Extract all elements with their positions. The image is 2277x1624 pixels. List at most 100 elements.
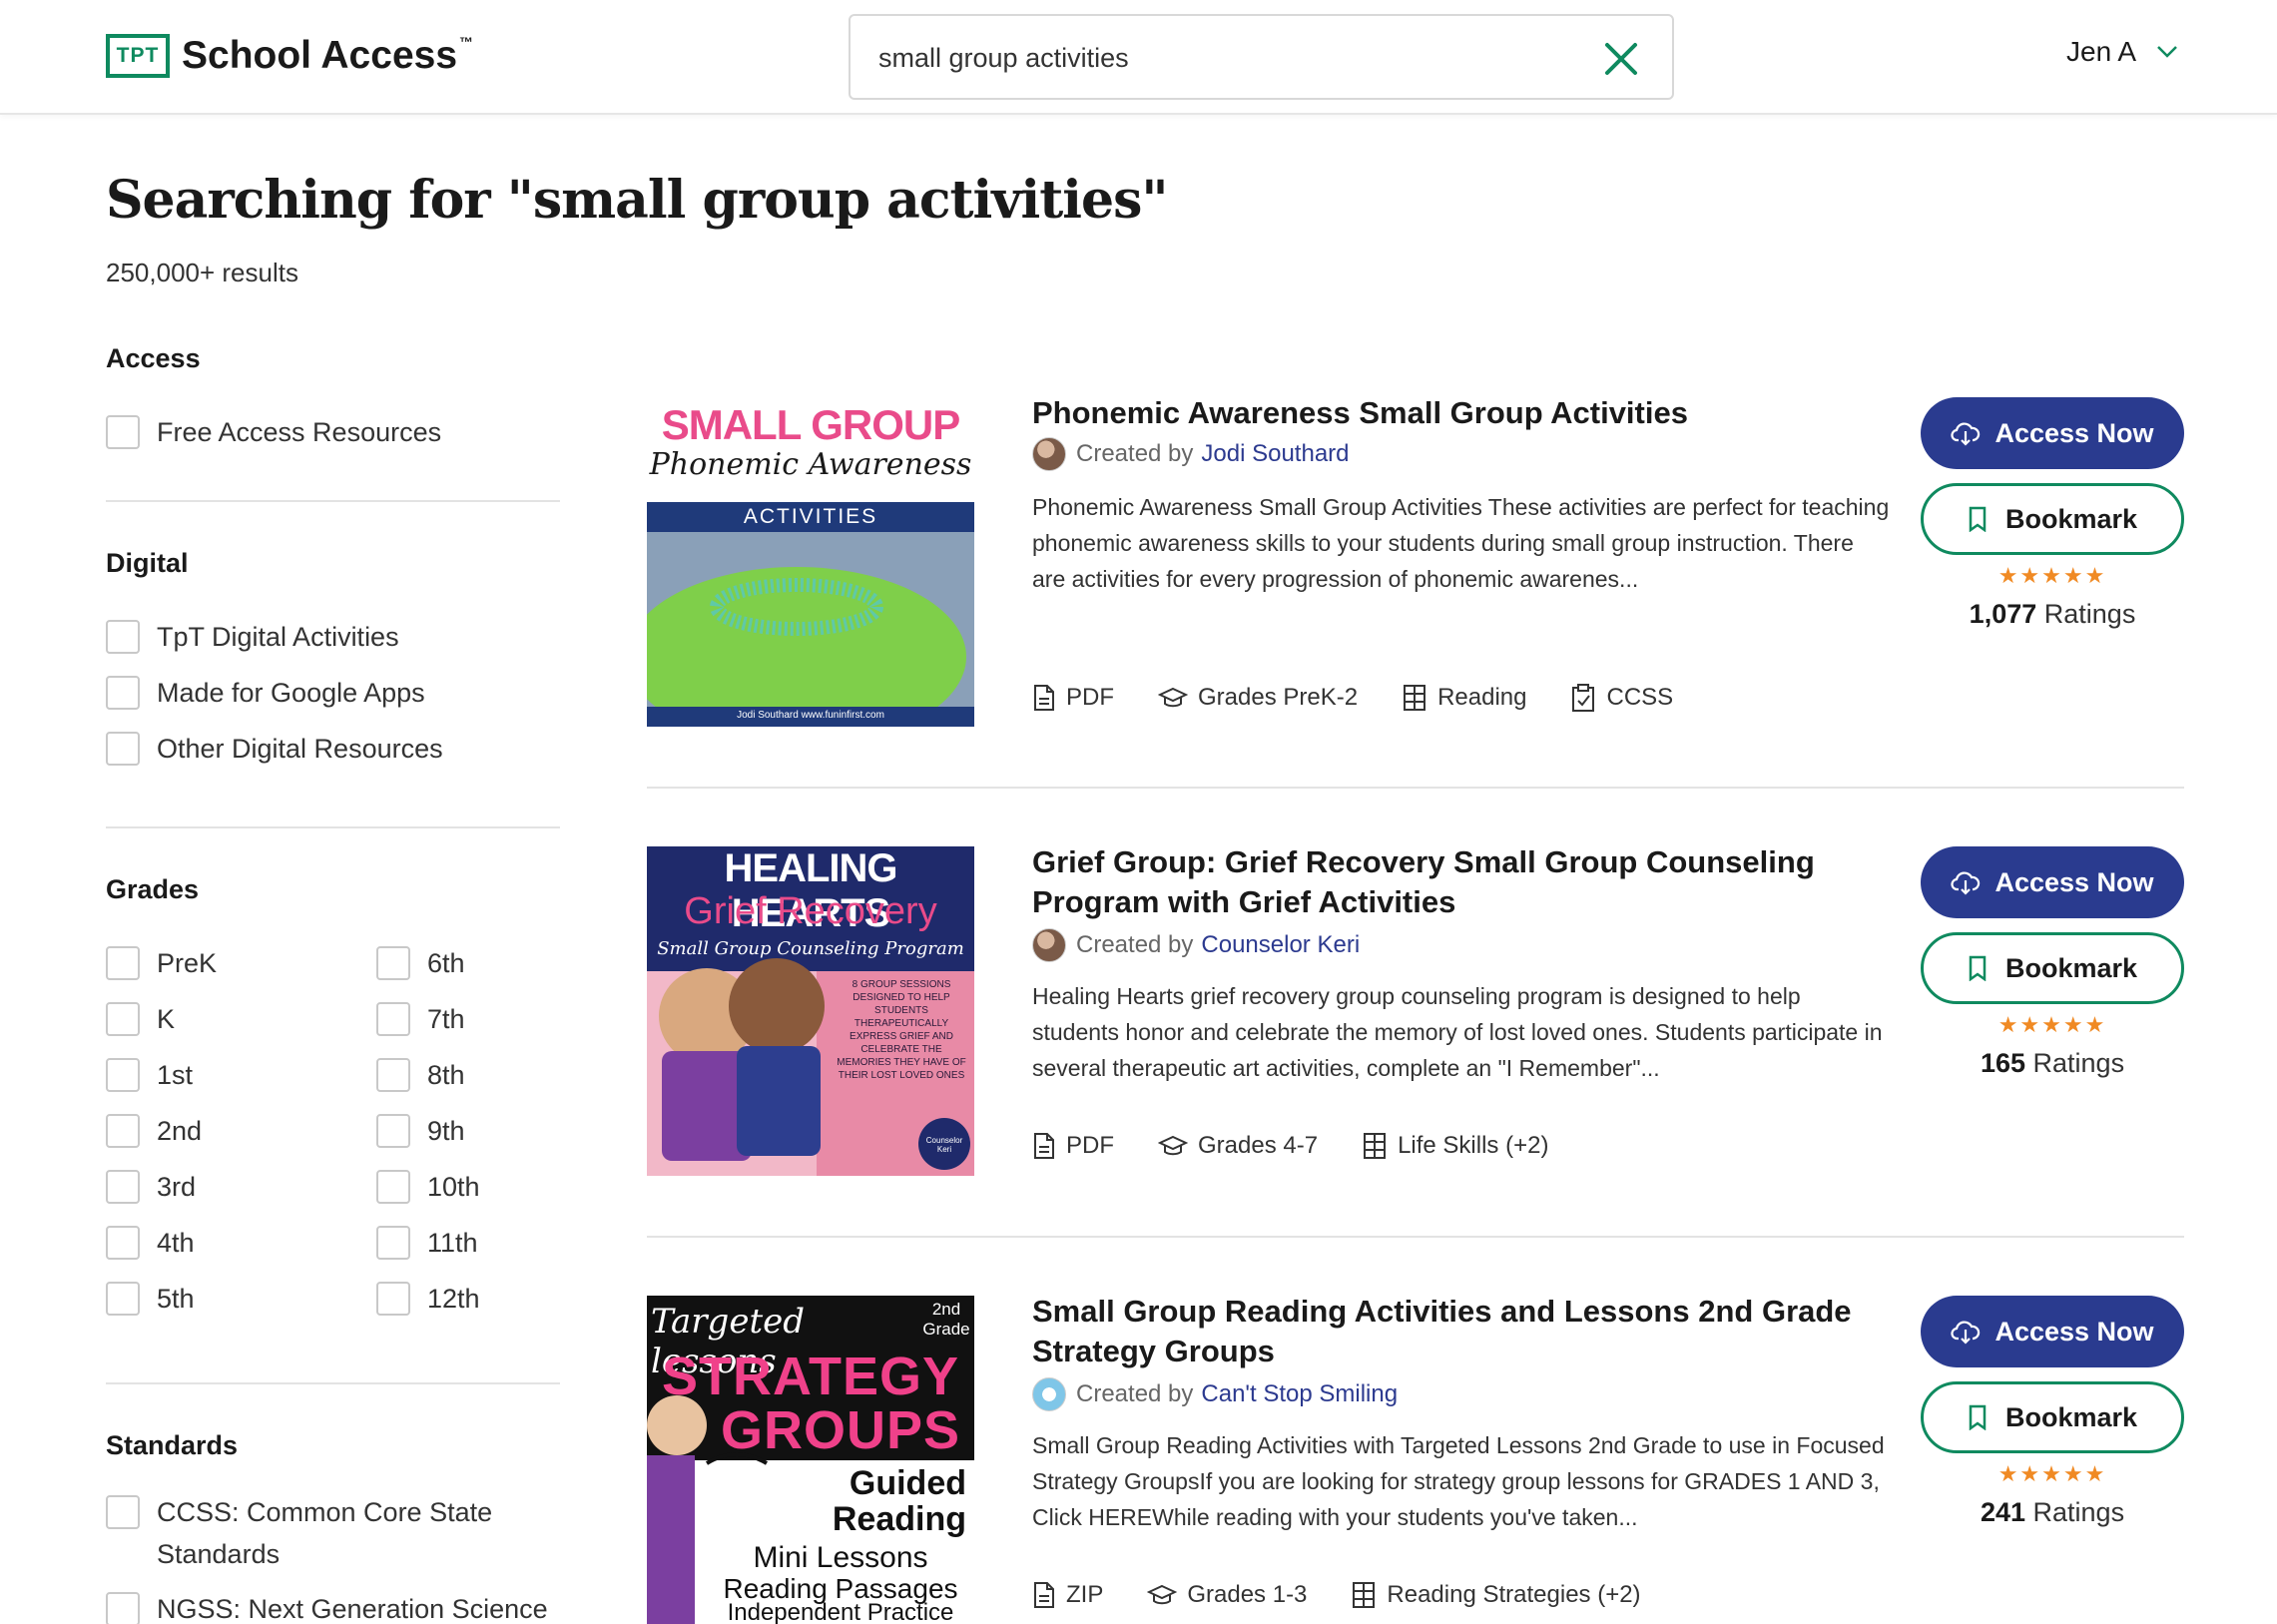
result-description: Phonemic Awareness Small Group Activitie… xyxy=(1032,494,1890,592)
document-icon xyxy=(1034,1133,1054,1159)
document-icon xyxy=(1034,685,1054,711)
close-icon[interactable] xyxy=(1602,40,1640,78)
bookmark-button[interactable]: Bookmark xyxy=(1921,932,2184,1004)
bookmark-button[interactable]: Bookmark xyxy=(1921,483,2184,555)
result-description: Small Group Reading Activities with Targ… xyxy=(1032,1432,1885,1530)
result-meta: PDF Grades 4-7 Life Skills (+2) xyxy=(1032,1132,1592,1160)
checkbox[interactable] xyxy=(376,1114,410,1148)
logo-text: School Access ™ xyxy=(182,34,474,77)
filter-title-grades: Grades xyxy=(106,874,200,904)
logo-mark: TPT xyxy=(106,34,170,78)
thumbnail-side-text: 8 GROUP SESSIONS DESIGNED TO HELP STUDEN… xyxy=(837,979,966,1081)
checkbox[interactable] xyxy=(106,676,140,710)
filter-grade-4th[interactable]: 4th xyxy=(106,1215,376,1271)
user-name: Jen A xyxy=(2066,36,2137,67)
filter-grade-12th[interactable]: 12th xyxy=(376,1271,560,1327)
thumbnail-footer: Jodi Southard www.funinfirst.com xyxy=(737,710,884,721)
thumbnail-line-7: Independent Practice xyxy=(727,1599,954,1624)
checkbox[interactable] xyxy=(106,1226,140,1260)
filter-other-digital[interactable]: Other Digital Resources xyxy=(106,721,560,777)
book-icon xyxy=(1353,1582,1376,1608)
meta-standard: CCSS xyxy=(1570,683,1673,713)
filter-title-standards: Standards xyxy=(106,1430,239,1460)
author-link[interactable]: Counselor Keri xyxy=(1201,931,1360,959)
filter-grade-10th[interactable]: 10th xyxy=(376,1159,560,1215)
checkbox[interactable] xyxy=(106,620,140,654)
rating-count: 241 Ratings xyxy=(1980,1497,2125,1527)
search-box xyxy=(849,14,1674,100)
checkbox[interactable] xyxy=(376,1058,410,1092)
filter-grade-k[interactable]: K xyxy=(106,991,376,1047)
thumbnail-subtitle: Grief Recovery xyxy=(684,890,937,932)
checkbox[interactable] xyxy=(376,1002,410,1036)
thumbnail-line-4: Guided Reading xyxy=(832,1464,966,1538)
checkbox[interactable] xyxy=(106,1282,140,1316)
checkbox[interactable] xyxy=(376,1282,410,1316)
thumbnail[interactable]: HEALING HEARTS Grief Recovery Small Grou… xyxy=(647,846,974,1176)
logo[interactable]: TPT School Access ™ xyxy=(106,34,473,78)
meta-format: PDF xyxy=(1032,1132,1114,1160)
thumbnail-line-5: Mini Lessons xyxy=(753,1541,928,1574)
filter-grade-9th[interactable]: 9th xyxy=(376,1103,560,1159)
filter-title-access: Access xyxy=(106,343,201,373)
filter-free-access[interactable]: Free Access Resources xyxy=(106,404,560,460)
access-now-button[interactable]: Access Now xyxy=(1921,397,2184,469)
filter-title-digital: Digital xyxy=(106,548,189,578)
meta-grades: Grades PreK-2 xyxy=(1158,684,1358,712)
result-description: Healing Hearts grief recovery group coun… xyxy=(1032,983,1883,1081)
thumbnail[interactable]: SMALL GROUP Phonemic Awareness ACTIVITIE… xyxy=(647,397,974,727)
filter-grade-8th[interactable]: 8th xyxy=(376,1047,560,1103)
checkbox[interactable] xyxy=(106,1058,140,1092)
checkbox[interactable] xyxy=(106,1002,140,1036)
search-input[interactable] xyxy=(878,36,1597,80)
checkbox[interactable] xyxy=(106,732,140,766)
filter-grade-prek[interactable]: PreK xyxy=(106,935,376,991)
result-title[interactable]: Grief Group: Grief Recovery Small Group … xyxy=(1032,842,1871,922)
divider xyxy=(106,500,560,502)
checkbox[interactable] xyxy=(106,415,140,449)
clipboard-check-icon xyxy=(1572,684,1595,712)
thumbnail-label: Small Group Counseling Program xyxy=(657,938,964,959)
divider xyxy=(106,826,560,828)
filter-ngss[interactable]: NGSS: Next Generation Science xyxy=(106,1581,560,1624)
checkbox[interactable] xyxy=(106,1170,140,1204)
rating-count: 165 Ratings xyxy=(1980,1048,2125,1078)
filter-grade-7th[interactable]: 7th xyxy=(376,991,560,1047)
checkbox[interactable] xyxy=(106,946,140,980)
result-card: HEALING HEARTS Grief Recovery Small Grou… xyxy=(647,844,2184,1186)
top-bar: TPT School Access™ Jen A xyxy=(0,0,2277,115)
thumbnail[interactable]: Targeted lessons 2nd Grade STRATEGY GROU… xyxy=(647,1296,974,1624)
filter-sidebar: Access Free Access Resources Digital TpT… xyxy=(106,329,560,1624)
cloud-download-icon xyxy=(1951,422,1981,446)
filter-google-apps[interactable]: Made for Google Apps xyxy=(106,665,560,721)
checkbox[interactable] xyxy=(376,946,410,980)
bookmark-icon xyxy=(1969,506,1987,532)
page-title: Searching for "small group activities" xyxy=(106,170,1168,231)
divider xyxy=(647,787,2184,789)
filter-tpt-digital[interactable]: TpT Digital Activities xyxy=(106,609,560,665)
filter-grade-3rd[interactable]: 3rd xyxy=(106,1159,376,1215)
checkbox[interactable] xyxy=(106,1495,140,1529)
result-title[interactable]: Small Group Reading Activities and Lesso… xyxy=(1032,1292,1871,1371)
author-link[interactable]: Can't Stop Smiling xyxy=(1201,1380,1398,1408)
filter-grade-6th[interactable]: 6th xyxy=(376,935,560,991)
checkbox[interactable] xyxy=(376,1226,410,1260)
meta-grades: Grades 1-3 xyxy=(1147,1581,1307,1609)
checkbox[interactable] xyxy=(376,1170,410,1204)
star-rating: ★★★★★ xyxy=(1997,563,2107,588)
filter-grade-5th[interactable]: 5th xyxy=(106,1271,376,1327)
filter-grade-1st[interactable]: 1st xyxy=(106,1047,376,1103)
access-now-button[interactable]: Access Now xyxy=(1921,846,2184,918)
bookmark-button[interactable]: Bookmark xyxy=(1921,1381,2184,1453)
result-title[interactable]: Phonemic Awareness Small Group Activitie… xyxy=(1032,393,1871,433)
rating-count: 1,077 Ratings xyxy=(1969,599,2136,629)
checkbox[interactable] xyxy=(106,1114,140,1148)
filter-grade-11th[interactable]: 11th xyxy=(376,1215,560,1271)
checkbox[interactable] xyxy=(106,1592,140,1624)
author-link[interactable]: Jodi Southard xyxy=(1201,440,1349,468)
access-now-button[interactable]: Access Now xyxy=(1921,1296,2184,1367)
meta-grades: Grades 4-7 xyxy=(1158,1132,1318,1160)
filter-ccss[interactable]: CCSS: Common Core State Standards xyxy=(106,1491,560,1575)
user-menu[interactable]: Jen A xyxy=(2066,36,2178,68)
filter-grade-2nd[interactable]: 2nd xyxy=(106,1103,376,1159)
